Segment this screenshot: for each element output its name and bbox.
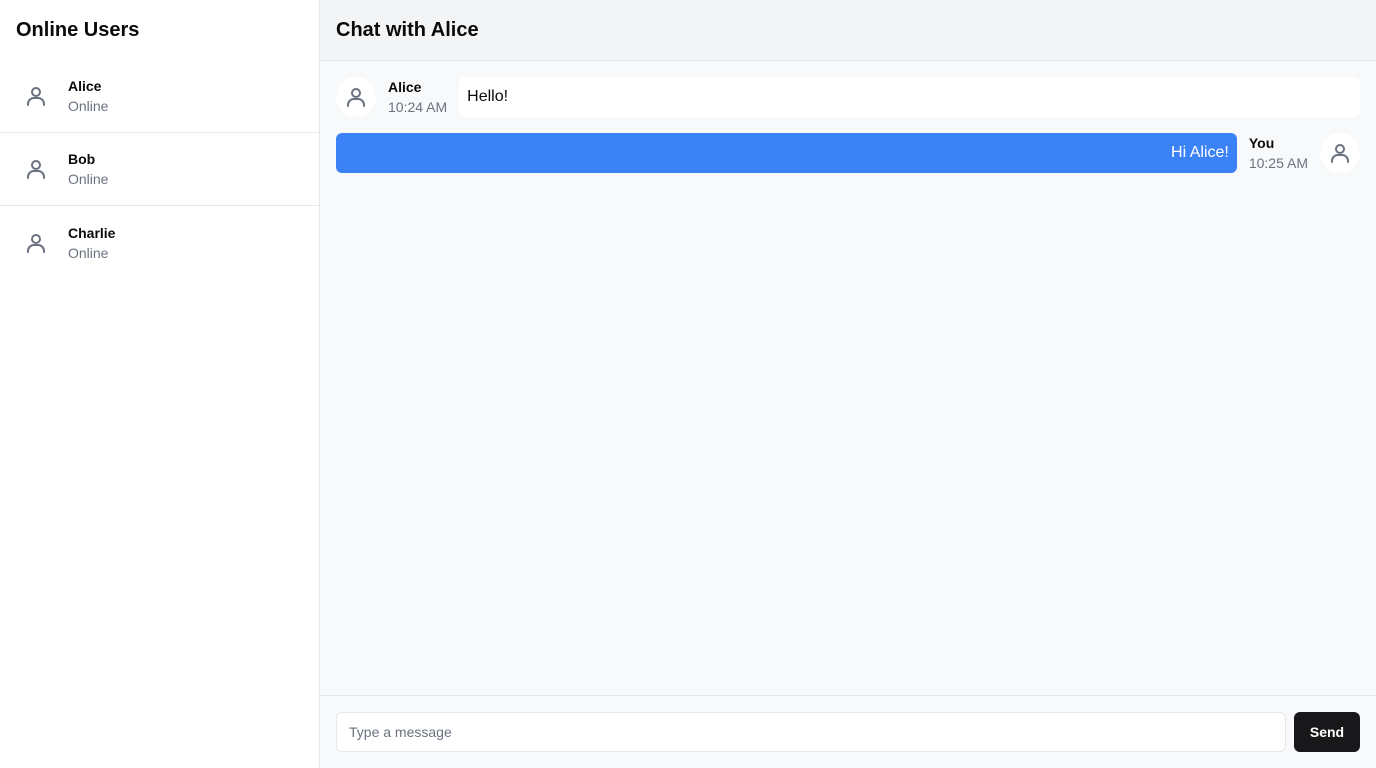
message-outgoing: Hi Alice! You 10:25 AM	[336, 133, 1360, 173]
message-meta: You 10:25 AM	[1249, 133, 1308, 173]
send-button[interactable]: Send	[1294, 712, 1360, 752]
message-time: 10:25 AM	[1248, 155, 1308, 171]
user-icon	[336, 77, 376, 117]
chat-app: Online Users Alice Online Bob Online Cha…	[0, 0, 1376, 768]
user-meta: Bob Online	[68, 149, 108, 189]
message-composer: Send	[320, 695, 1376, 768]
message-incoming: Alice 10:24 AM Hello!	[336, 77, 1360, 117]
user-status: Online	[68, 244, 109, 261]
chat-title: Chat with Alice	[336, 18, 479, 41]
chat-header: Chat with Alice	[320, 0, 1376, 61]
user-icon	[1320, 133, 1360, 173]
message-sender: Alice	[388, 79, 422, 95]
user-status: Online	[68, 171, 109, 187]
message-list[interactable]: Alice 10:24 AM Hello! Hi Alice! You 10:2…	[320, 61, 1376, 695]
user-icon	[16, 149, 56, 189]
user-item-alice[interactable]: Alice Online	[0, 60, 319, 133]
user-meta: Charlie Online	[68, 223, 115, 263]
user-icon	[16, 76, 56, 116]
user-list: Alice Online Bob Online Charlie Online	[0, 60, 319, 279]
user-item-bob[interactable]: Bob Online	[0, 133, 319, 206]
user-item-charlie[interactable]: Charlie Online	[0, 206, 319, 279]
message-sender: You	[1248, 135, 1275, 151]
message-meta: Alice 10:24 AM	[388, 77, 447, 117]
message-bubble: Hi Alice!	[336, 133, 1237, 173]
user-meta: Alice Online	[68, 76, 108, 116]
message-time: 10:24 AM	[388, 99, 448, 115]
user-status: Online	[68, 98, 109, 114]
chat-panel: Chat with Alice Alice 10:24 AM Hello! Hi…	[320, 0, 1376, 768]
sidebar-title: Online Users	[16, 18, 140, 41]
user-name: Alice	[68, 78, 102, 94]
user-icon	[16, 223, 56, 263]
message-input[interactable]	[336, 712, 1286, 752]
user-name: Charlie	[68, 224, 116, 241]
message-bubble: Hello!	[459, 77, 1360, 117]
user-name: Bob	[68, 151, 96, 167]
sidebar: Online Users Alice Online Bob Online Cha…	[0, 0, 320, 768]
sidebar-header: Online Users	[0, 0, 319, 60]
